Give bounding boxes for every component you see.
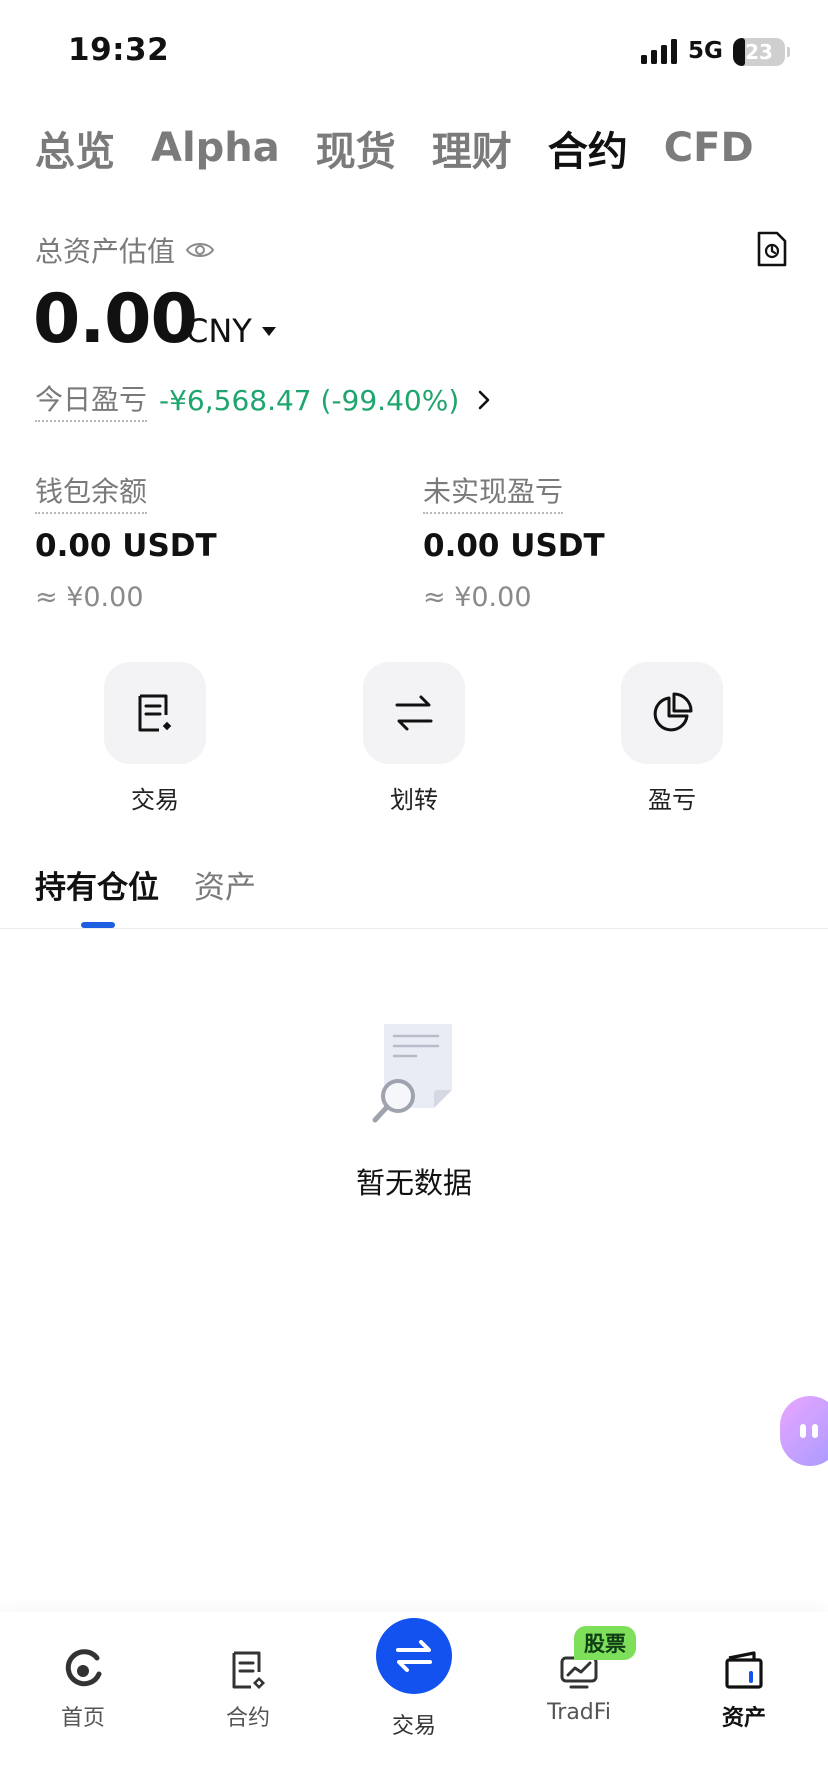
wallet-balance: 钱包余额 0.00 USDT ≈ ¥0.00 — [35, 470, 217, 613]
battery-icon: 23 — [733, 38, 785, 66]
unrealized-pnl-label: 未实现盈亏 — [423, 470, 564, 514]
empty-data-illustration — [372, 1024, 452, 1123]
bottom-nav: 首页 合约 交易 TradFi 股票 资产 — [0, 1612, 828, 1792]
nav-home-label: 首页 — [60, 1706, 105, 1731]
position-tabs: 持有仓位 资产 — [35, 862, 291, 912]
wallet-balance-label: 钱包余额 — [35, 470, 148, 514]
today-pnl-value: -¥6,568.47 (-99.40%) — [159, 383, 460, 417]
nav-assets[interactable]: 资产 — [689, 1636, 799, 1732]
total-estimate-label: 总资产估值 — [35, 230, 215, 270]
contract-icon — [232, 1651, 266, 1690]
nav-tradfi-label: TradFi — [547, 1700, 611, 1725]
transfer-action[interactable]: 划转 — [363, 662, 465, 815]
wallet-balance-approx: ≈ ¥0.00 — [35, 582, 144, 613]
status-bar: 19:32 5G 23 — [0, 0, 828, 100]
eye-icon[interactable] — [185, 239, 215, 261]
nav-trade-label: 交易 — [391, 1714, 436, 1739]
pnl-action[interactable]: 盈亏 — [621, 662, 723, 815]
wallet-icon — [725, 1651, 763, 1689]
unrealized-pnl: 未实现盈亏 0.00 USDT ≈ ¥0.00 — [423, 470, 605, 613]
battery-cap — [787, 47, 790, 57]
wallet-balance-value: 0.00 USDT — [35, 528, 217, 564]
stock-badge: 股票 — [574, 1626, 636, 1660]
cellular-signal-icon — [641, 38, 677, 64]
history-record-icon[interactable] — [756, 230, 788, 268]
total-asset-value: 0.00 — [33, 280, 198, 359]
currency-label: CNY — [186, 312, 252, 350]
assistant-bubble[interactable] — [780, 1396, 828, 1466]
pnl-action-button[interactable] — [621, 662, 723, 764]
transfer-action-button[interactable] — [363, 662, 465, 764]
trade-action-button[interactable] — [104, 662, 206, 764]
tab-assets[interactable]: 资产 — [194, 862, 256, 912]
nav-assets-label: 资产 — [721, 1706, 766, 1731]
trade-icon — [138, 694, 172, 732]
nav-home[interactable]: 首页 — [28, 1636, 138, 1732]
tab-positions[interactable]: 持有仓位 — [35, 862, 159, 912]
account-tabs: 总览 Alpha 现货 理财 合约 CFD — [35, 118, 790, 178]
today-pnl-row[interactable]: 今日盈亏 -¥6,568.47 (-99.40%) — [35, 378, 491, 422]
today-pnl-label: 今日盈亏 — [35, 378, 148, 422]
unrealized-pnl-approx: ≈ ¥0.00 — [423, 582, 532, 613]
empty-data-text: 暂无数据 — [355, 1166, 472, 1200]
tab-spot[interactable]: 现货 — [316, 119, 396, 177]
tabs-divider — [0, 928, 828, 929]
total-estimate-text: 总资产估值 — [35, 235, 176, 268]
caret-down-icon — [261, 326, 276, 336]
network-type: 5G — [688, 38, 723, 64]
tab-futures[interactable]: 合约 — [548, 119, 628, 177]
trade-action[interactable]: 交易 — [104, 662, 206, 815]
transfer-action-label: 划转 — [390, 786, 438, 814]
tab-alpha[interactable]: Alpha — [151, 125, 280, 171]
status-time: 19:32 — [68, 32, 170, 68]
unrealized-pnl-value: 0.00 USDT — [423, 528, 605, 564]
pie-chart-icon — [653, 692, 693, 732]
nav-contract-label: 合约 — [225, 1706, 270, 1731]
transfer-icon — [395, 695, 433, 731]
tab-overview[interactable]: 总览 — [35, 119, 115, 177]
currency-selector[interactable]: CNY — [186, 312, 276, 350]
tab-cfd[interactable]: CFD — [664, 125, 754, 171]
pnl-action-label: 盈亏 — [648, 786, 696, 814]
chevron-right-icon — [478, 390, 490, 410]
swap-icon — [396, 1640, 432, 1672]
trade-action-label: 交易 — [131, 786, 179, 814]
tab-earn[interactable]: 理财 — [432, 119, 512, 177]
nav-trade-button[interactable] — [376, 1618, 452, 1694]
battery-level: 23 — [745, 40, 773, 64]
home-icon — [65, 1649, 102, 1687]
nav-contract[interactable]: 合约 — [193, 1636, 303, 1732]
